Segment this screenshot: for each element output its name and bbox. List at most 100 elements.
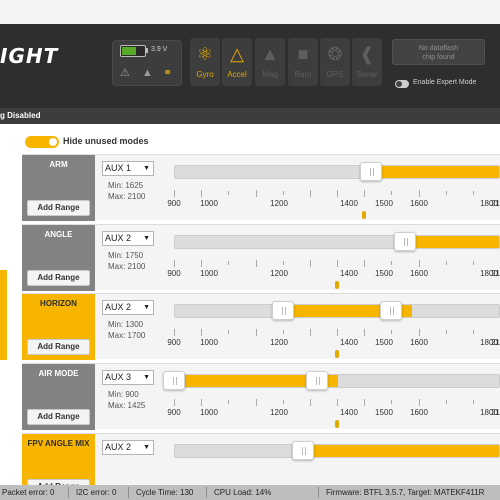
battery-voltage: 3.9 V <box>151 46 168 53</box>
aux-channel-select[interactable]: AUX 2 ▼ <box>102 440 154 455</box>
range-min-text: Min: 1625 <box>108 181 144 190</box>
link-icon: ⚭ <box>163 67 173 79</box>
scale-tick <box>228 330 230 334</box>
scale-tick <box>201 260 203 267</box>
scale-label: 900 <box>167 199 181 208</box>
scale-label: 1000 <box>200 338 218 347</box>
sensor-baro: ■ Baro <box>288 38 318 86</box>
scale-label: 1200 <box>270 199 288 208</box>
scale-tick <box>472 261 474 265</box>
chevron-down-icon: ▼ <box>143 444 150 451</box>
top-strip <box>0 0 500 24</box>
add-range-button[interactable]: Add Range <box>27 409 90 425</box>
sensor-accel: △ Accel <box>222 38 252 86</box>
add-range-button[interactable]: Add Range <box>27 339 90 355</box>
aux-channel-select[interactable]: AUX 1 ▼ <box>102 161 154 176</box>
baro-icon: ■ <box>297 44 309 64</box>
expert-mode-label: Enable Expert Mode <box>413 79 477 86</box>
range-min-handle[interactable] <box>393 232 416 251</box>
scale-tick <box>174 399 175 406</box>
expert-mode-toggle[interactable] <box>395 80 409 88</box>
scale-label: 1600 <box>410 338 428 347</box>
range-max-handle[interactable] <box>380 301 403 320</box>
channel-position-marker <box>362 211 367 219</box>
range-min-text: Min: 900 <box>108 390 139 399</box>
aux-channel-value: AUX 2 <box>105 302 132 312</box>
range-max-text: Max: 2100 <box>108 262 146 271</box>
range-scale: 9001000120014001500160018002100 <box>167 329 500 358</box>
battery-icon <box>120 45 146 57</box>
scale-tick <box>201 190 203 197</box>
sensor-label: Accel <box>227 70 247 79</box>
aux-channel-select[interactable]: AUX 3 ▼ <box>102 370 154 385</box>
scale-label: 1600 <box>410 269 428 278</box>
range-max-handle[interactable] <box>305 371 328 390</box>
range-scale: 9001000120014001500160018002100 <box>167 260 500 289</box>
scale-tick <box>228 191 230 195</box>
gyro-icon: ⚛ <box>196 44 214 64</box>
sensor-label: Gyro <box>196 70 214 79</box>
scale-label: 1500 <box>375 338 393 347</box>
scale-tick <box>391 261 393 265</box>
cycle-time: Cycle Time: 130 <box>136 488 194 497</box>
scale-tick <box>201 329 203 336</box>
scale-tick <box>418 190 420 197</box>
scale-tick <box>255 399 257 406</box>
footer-divider <box>206 487 207 498</box>
range-max-text: Max: 1425 <box>108 401 146 410</box>
add-range-button[interactable]: Add Range <box>27 270 90 286</box>
mode-row: AIR MODE Add Range AUX 3 ▼ Min: 900 Max: 1425… <box>22 363 500 430</box>
scale-tick <box>309 190 311 197</box>
scale-label: 1000 <box>200 408 218 417</box>
scale-tick <box>364 399 366 406</box>
hide-unused-modes-toggle[interactable] <box>25 136 59 148</box>
scale-label: 1600 <box>410 199 428 208</box>
mode-name: HORIZON <box>40 299 77 308</box>
scale-tick <box>445 400 447 404</box>
range-slider-track[interactable] <box>174 374 500 388</box>
scale-tick <box>201 399 203 406</box>
accel-icon: △ <box>230 44 244 64</box>
range-slider-track[interactable] <box>174 304 500 318</box>
scale-tick <box>391 191 393 195</box>
scale-tick <box>228 261 230 265</box>
scale-label: 1500 <box>375 269 393 278</box>
scale-tick <box>364 329 366 336</box>
sensor-mag: ▲ Mag <box>255 38 285 86</box>
scale-label: 2100 <box>491 338 500 347</box>
i2c-error: I2C error: 0 <box>76 488 117 497</box>
aux-channel-select[interactable]: AUX 2 ▼ <box>102 231 154 246</box>
mode-row: ANGLE Add Range AUX 2 ▼ Min: 1750 Max: 2100 90… <box>22 224 500 291</box>
range-min-handle[interactable] <box>292 441 315 460</box>
warning-icon: ⚠ <box>120 67 130 79</box>
chevron-down-icon: ▼ <box>143 235 150 242</box>
mode-name: ANGLE <box>44 230 73 239</box>
dataflash-line-1: No dataflash <box>418 45 459 52</box>
range-slider-track[interactable] <box>174 235 500 249</box>
scale-label: 1600 <box>410 408 428 417</box>
scale-tick <box>309 260 311 267</box>
scale-tick <box>445 261 447 265</box>
dataflash-line-2: chip found <box>422 54 455 61</box>
aux-channel-select[interactable]: AUX 2 ▼ <box>102 300 154 315</box>
range-min-handle[interactable] <box>359 162 382 181</box>
range-min-handle[interactable] <box>271 301 294 320</box>
status-footer: Packet error: 0 I2C error: 0 Cycle Time:… <box>0 485 500 500</box>
footer-divider <box>318 487 319 498</box>
scale-label: 900 <box>167 269 181 278</box>
range-max-text: Max: 2100 <box>108 192 146 201</box>
range-min-handle[interactable] <box>163 371 185 390</box>
range-slider-track[interactable] <box>174 165 500 179</box>
sensor-label: GPS <box>326 70 344 79</box>
range-slider-track[interactable] <box>174 444 500 458</box>
mode-name: AIR MODE <box>38 369 79 378</box>
scale-tick <box>472 400 474 404</box>
aux-channel-value: AUX 1 <box>105 163 132 173</box>
scale-label: 1000 <box>200 199 218 208</box>
scale-label: 1400 <box>340 269 358 278</box>
channel-position-marker <box>335 420 339 428</box>
aux-channel-value: AUX 2 <box>105 233 132 243</box>
add-range-button[interactable]: Add Range <box>27 200 90 216</box>
range-scale: 9001000120014001500160018002100 <box>167 190 500 219</box>
sensor-sonar: ❰ Sonar <box>352 38 382 86</box>
